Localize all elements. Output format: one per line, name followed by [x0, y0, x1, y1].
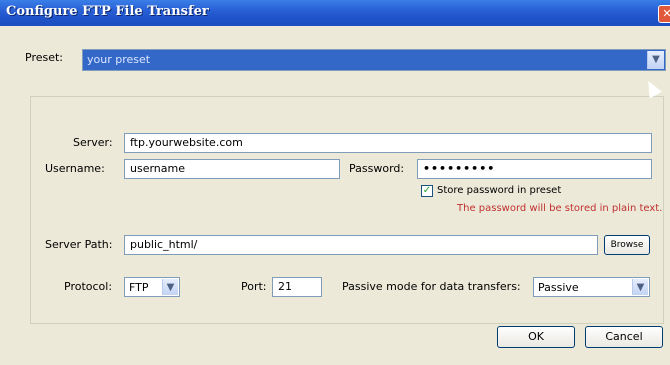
password-label: Password: — [349, 162, 405, 175]
cancel-button[interactable]: Cancel — [585, 326, 663, 348]
browse-button[interactable]: Browse — [604, 235, 650, 255]
title-bar: Configure FTP File Transfer ✕ — [0, 0, 670, 26]
username-label: Username: — [45, 162, 105, 175]
server-input[interactable]: ftp.yourwebsite.com — [124, 133, 652, 153]
port-label: Port: — [241, 280, 267, 293]
server-path-label: Server Path: — [45, 238, 113, 251]
passive-select[interactable]: Passive ▼ — [533, 277, 650, 297]
store-password-checkbox[interactable]: ✓ — [421, 185, 433, 197]
preset-select[interactable]: your preset ▼ — [82, 49, 666, 71]
plain-text-warning: The password will be stored in plain tex… — [457, 203, 663, 214]
ok-button[interactable]: OK — [497, 326, 575, 348]
chevron-down-icon[interactable]: ▼ — [632, 279, 648, 295]
preset-label: Preset: — [25, 51, 64, 64]
chevron-down-icon[interactable]: ▼ — [647, 51, 664, 69]
preset-value: your preset — [87, 53, 151, 66]
port-input[interactable]: 21 — [272, 277, 322, 297]
close-icon[interactable]: ✕ — [658, 5, 670, 23]
protocol-value: FTP — [129, 281, 149, 294]
server-path-input[interactable]: public_html/ — [124, 235, 598, 255]
protocol-select[interactable]: FTP ▼ — [124, 277, 180, 297]
store-password-label: Store password in preset — [437, 185, 562, 196]
passive-label: Passive mode for data transfers: — [342, 280, 521, 293]
username-input[interactable]: username — [124, 159, 340, 179]
passive-value: Passive — [538, 281, 579, 294]
window-title: Configure FTP File Transfer — [6, 4, 209, 19]
server-label: Server: — [73, 136, 113, 149]
dialog-body: Preset: your preset ▼ Server: ftp.yourwe… — [0, 26, 670, 365]
chevron-down-icon[interactable]: ▼ — [162, 279, 178, 295]
password-input[interactable]: ••••••••• — [417, 159, 652, 179]
protocol-label: Protocol: — [64, 280, 113, 293]
